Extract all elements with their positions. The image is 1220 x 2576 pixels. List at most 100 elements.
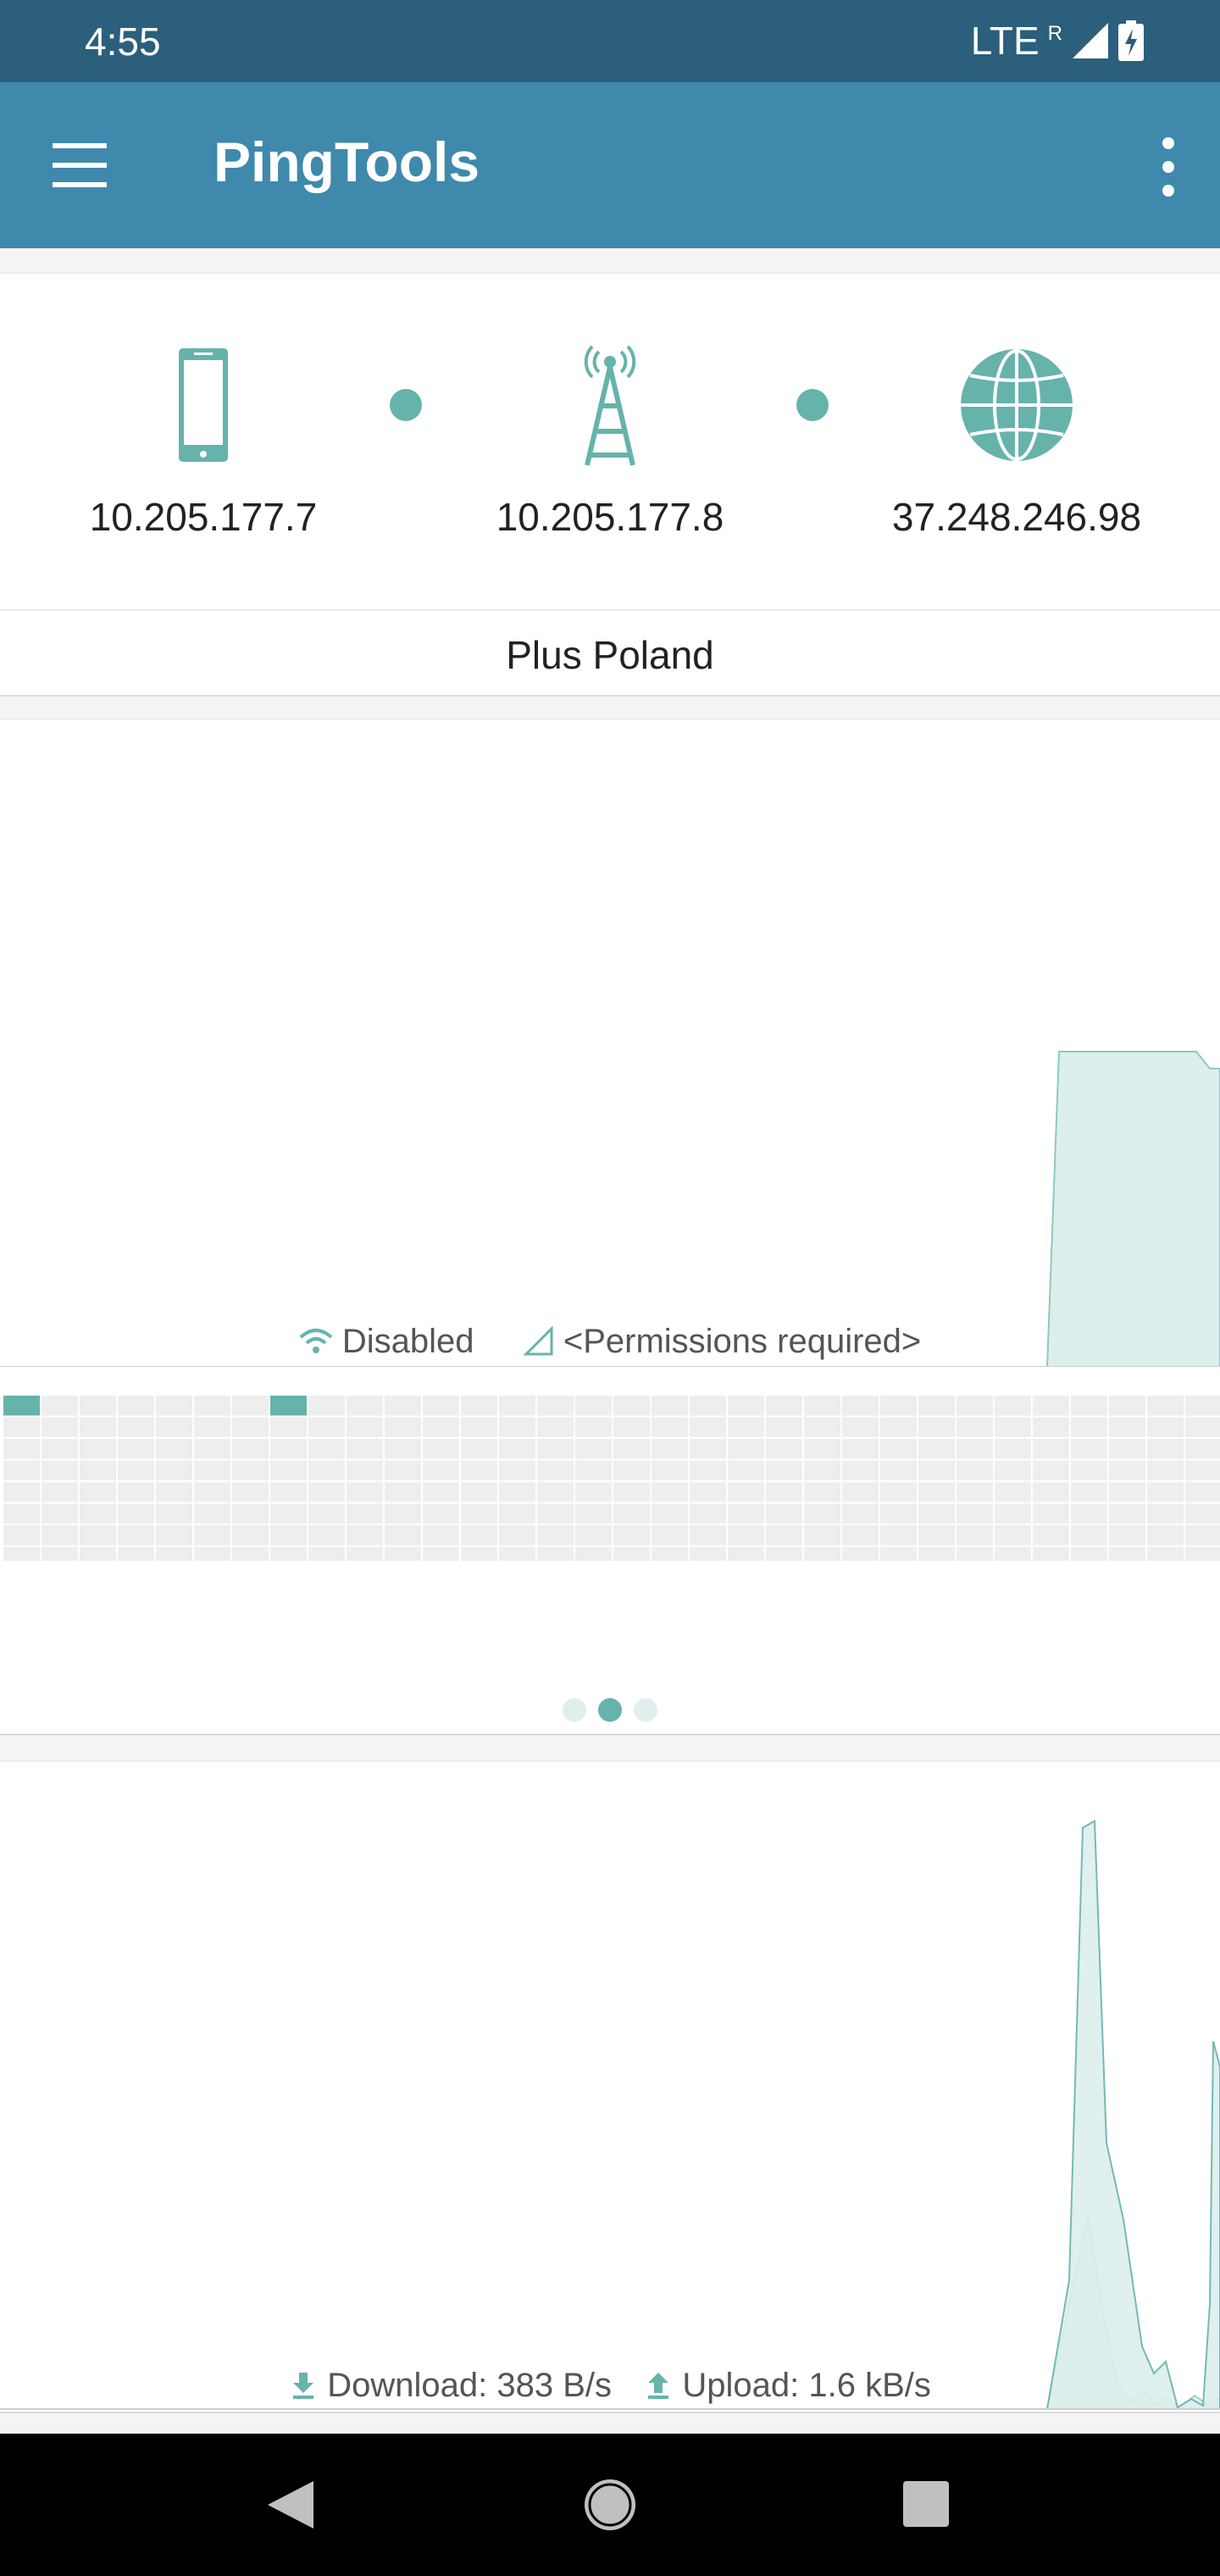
grid-cell xyxy=(308,1417,345,1437)
grid-cell xyxy=(499,1525,535,1546)
grid-cell xyxy=(461,1396,497,1416)
grid-cell xyxy=(1147,1525,1184,1546)
grid-cell xyxy=(690,1546,726,1561)
grid-cell xyxy=(1109,1460,1145,1480)
grid-cell xyxy=(194,1503,230,1524)
grid-cell xyxy=(613,1546,650,1561)
page-indicator xyxy=(0,1698,1220,1722)
grid-cell xyxy=(613,1503,650,1524)
grid-cell xyxy=(804,1460,840,1480)
grid-cell xyxy=(918,1503,955,1524)
grid-cell xyxy=(232,1482,269,1502)
cellular-signal-icon xyxy=(523,1325,553,1356)
grid-cell xyxy=(613,1482,650,1502)
roaming-indicator: R xyxy=(1047,22,1062,45)
grid-cell xyxy=(499,1546,535,1561)
more-options-icon[interactable] xyxy=(1147,133,1190,201)
page-dot[interactable] xyxy=(634,1698,657,1722)
grid-cell xyxy=(461,1546,497,1561)
grid-cell xyxy=(880,1439,917,1459)
signal-card: Disabled <Permissions required> xyxy=(0,719,1220,1735)
upload-rate: Upload: 1.6 kB/s xyxy=(682,2366,931,2404)
grid-cell xyxy=(423,1546,459,1561)
network-route: 10.205.177.7 10.205.177.8 37.248.246.98 xyxy=(0,274,1220,609)
grid-cell xyxy=(347,1525,383,1546)
grid-cell xyxy=(156,1439,192,1459)
grid-cell xyxy=(1109,1546,1145,1561)
grid-cell xyxy=(385,1482,421,1502)
grid-cell xyxy=(728,1460,764,1480)
grid-cell xyxy=(995,1396,1031,1416)
grid-cell xyxy=(1033,1546,1069,1561)
upload-area xyxy=(1045,1819,1220,2410)
server-node[interactable]: 37.248.246.98 xyxy=(839,341,1195,540)
globe-icon xyxy=(961,349,1073,461)
grid-cell xyxy=(880,1482,917,1502)
grid-cell xyxy=(690,1460,726,1480)
grid-cell xyxy=(842,1417,879,1437)
grid-cell xyxy=(156,1525,192,1546)
grid-cell xyxy=(42,1546,78,1561)
grid-cell xyxy=(537,1546,574,1561)
grid-cell xyxy=(690,1417,726,1437)
grid-cell xyxy=(461,1460,497,1480)
grid-cell xyxy=(308,1439,345,1459)
app-bar: PingTools xyxy=(0,82,1220,248)
grid-cell xyxy=(995,1482,1031,1502)
grid-cell xyxy=(423,1417,459,1437)
grid-cell xyxy=(118,1525,154,1546)
grid-cell xyxy=(880,1503,917,1524)
grid-cell xyxy=(1033,1439,1069,1459)
grid-cell xyxy=(42,1482,78,1502)
traffic-card: Download: 383 B/s Upload: 1.6 kB/s xyxy=(0,1761,1220,2413)
grid-cell xyxy=(232,1417,269,1437)
grid-cell xyxy=(423,1482,459,1502)
status-time: 4:55 xyxy=(85,19,161,64)
grid-cell xyxy=(652,1417,688,1437)
grid-cell xyxy=(270,1525,307,1546)
home-icon[interactable] xyxy=(576,2471,644,2539)
device-node[interactable]: 10.205.177.7 xyxy=(25,341,381,540)
grid-cell xyxy=(156,1417,192,1437)
page-dot[interactable] xyxy=(598,1698,622,1722)
grid-cell xyxy=(766,1460,802,1480)
grid-cell xyxy=(80,1525,116,1546)
channel-grid xyxy=(3,1396,1220,1561)
back-icon[interactable] xyxy=(254,2471,322,2539)
grid-cell xyxy=(918,1439,955,1459)
grid-cell xyxy=(118,1417,154,1437)
grid-cell xyxy=(728,1396,764,1416)
grid-cell xyxy=(1071,1460,1107,1480)
grid-cell xyxy=(1033,1396,1069,1416)
grid-cell xyxy=(957,1396,993,1416)
grid-cell xyxy=(842,1546,879,1561)
grid-cell xyxy=(3,1525,40,1546)
upload-icon xyxy=(648,2373,669,2400)
grid-cell xyxy=(613,1439,650,1459)
grid-cell xyxy=(461,1439,497,1459)
recents-icon[interactable] xyxy=(893,2471,961,2539)
grid-cell xyxy=(308,1396,345,1416)
grid-cell xyxy=(385,1439,421,1459)
grid-cell xyxy=(499,1482,535,1502)
grid-cell xyxy=(804,1482,840,1502)
traffic-legend: Download: 383 B/s Upload: 1.6 kB/s xyxy=(0,2365,1220,2405)
grid-cell xyxy=(957,1439,993,1459)
gateway-node[interactable]: 10.205.177.8 xyxy=(432,341,788,540)
download-icon xyxy=(293,2373,314,2400)
server-ip: 37.248.246.98 xyxy=(891,495,1142,539)
grid-cell xyxy=(652,1396,688,1416)
grid-cell xyxy=(270,1417,307,1437)
grid-cell xyxy=(80,1546,116,1561)
grid-cell xyxy=(385,1503,421,1524)
page-dot[interactable] xyxy=(563,1698,586,1722)
grid-cell xyxy=(461,1417,497,1437)
grid-cell xyxy=(652,1460,688,1480)
grid-cell xyxy=(194,1439,230,1459)
grid-cell xyxy=(347,1460,383,1480)
grid-cell xyxy=(232,1546,269,1561)
menu-icon[interactable] xyxy=(47,138,115,194)
gateway-ip: 10.205.177.8 xyxy=(496,495,724,539)
grid-cell xyxy=(3,1482,40,1502)
grid-cell xyxy=(880,1546,917,1561)
